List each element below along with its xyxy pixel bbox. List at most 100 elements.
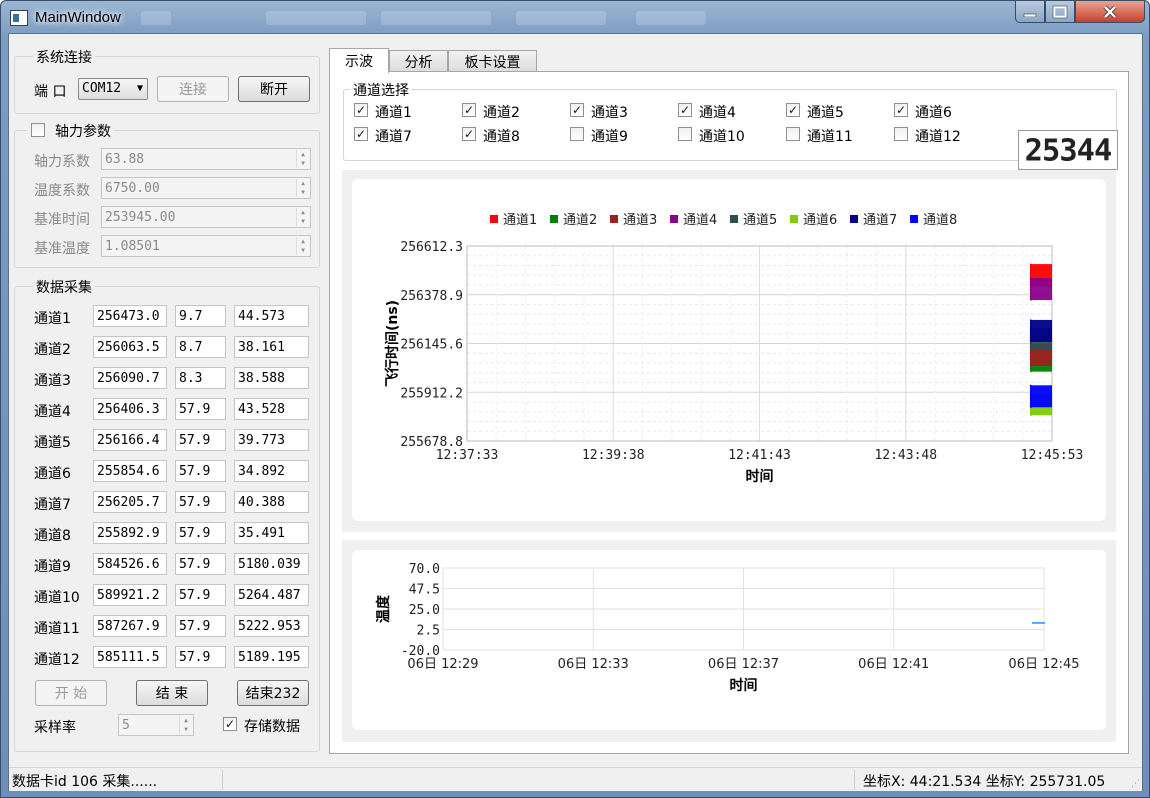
- data-cluster: [1030, 278, 1052, 301]
- channel-row-label: 通道3: [34, 373, 71, 389]
- tof-chart[interactable]: 通道1 通道2 通道3 通道4 通道5 通道6 通道7 通道8 256612.3 256378.9…: [352, 179, 1106, 521]
- channel-checkbox[interactable]: ✓: [570, 103, 584, 117]
- channel-value-field[interactable]: 57.9: [175, 553, 226, 575]
- title-bar[interactable]: MainWindow: [1, 1, 1149, 35]
- spinner-arrows-icon[interactable]: ▲ ▼: [296, 208, 309, 226]
- channel-value-field[interactable]: 57.9: [175, 646, 226, 668]
- channel-checkbox[interactable]: [570, 127, 584, 141]
- channel-value-field[interactable]: 57.9: [175, 584, 226, 606]
- channel-checkbox[interactable]: ✓: [786, 103, 800, 117]
- axial-checkbox[interactable]: [31, 123, 45, 137]
- channel-checkbox-label: 通道5: [807, 105, 844, 121]
- close-icon: [1103, 5, 1117, 18]
- channel-value-field[interactable]: 39.773: [234, 429, 309, 451]
- tab-analysis[interactable]: 分析: [389, 50, 448, 72]
- spinner-arrows-icon[interactable]: ▲ ▼: [296, 150, 309, 168]
- channel-checkbox[interactable]: [894, 127, 908, 141]
- x-tick-label: 12:41:43: [728, 448, 791, 463]
- channel-value-field[interactable]: 256205.7: [93, 491, 167, 513]
- temperature-chart-panel: 70.0 47.5 25.0 2.5 -20.0 06日 12:29 06日 12:33 06…: [342, 540, 1116, 742]
- channel-checkbox[interactable]: [678, 127, 692, 141]
- channel-value-field[interactable]: 255892.9: [93, 522, 167, 544]
- channel-value-field[interactable]: 40.388: [234, 491, 309, 513]
- channel-value-field[interactable]: 256090.7: [93, 367, 167, 389]
- channel-value-field[interactable]: 34.892: [234, 460, 309, 482]
- connect-button[interactable]: 连接: [157, 76, 229, 102]
- temperature-coefficient-input[interactable]: 6750.00 ▲ ▼: [101, 177, 311, 199]
- legend-label: 通道4: [683, 213, 717, 228]
- channel-value-field[interactable]: 57.9: [175, 522, 226, 544]
- channel-checkbox[interactable]: ✓: [462, 103, 476, 117]
- channel-checkbox[interactable]: ✓: [354, 103, 368, 117]
- taskbar-ghost-icon: [266, 11, 366, 25]
- channel-value-field[interactable]: 585111.5: [93, 646, 167, 668]
- channel-value-field[interactable]: 57.9: [175, 615, 226, 637]
- tab-board-settings[interactable]: 板卡设置: [448, 50, 537, 72]
- channel-checkbox[interactable]: [786, 127, 800, 141]
- channel-value-field[interactable]: 256166.4: [93, 429, 167, 451]
- reference-time-input[interactable]: 253945.00 ▲ ▼: [101, 206, 311, 228]
- scope-tab-pane: 通道选择 ✓ 通道1 ✓ 通道2 ✓ 通道3 ✓ 通道4 ✓ 通道5 ✓ 通道6 ✓ 通道7…: [329, 71, 1129, 754]
- channel-value-field[interactable]: 38.588: [234, 367, 309, 389]
- store-data-checkbox[interactable]: ✓: [223, 717, 237, 731]
- channel-row-label: 通道7: [34, 497, 71, 513]
- sample-rate-input[interactable]: 5 ▲ ▼: [118, 714, 194, 736]
- axial-field-label: 轴力系数: [34, 154, 90, 170]
- maximize-button[interactable]: [1045, 1, 1075, 23]
- channel-checkbox-label: 通道1: [375, 105, 412, 121]
- tab-scope[interactable]: 示波: [329, 48, 389, 73]
- channel-value-field[interactable]: 256406.3: [93, 398, 167, 420]
- legend-label: 通道8: [923, 213, 957, 228]
- channel-checkbox[interactable]: ✓: [462, 127, 476, 141]
- channel-value-field[interactable]: 57.9: [175, 491, 226, 513]
- start-button[interactable]: 开 始: [35, 680, 107, 706]
- channel-value-field[interactable]: 5264.487: [234, 584, 309, 606]
- channel-value-field[interactable]: 5189.195: [234, 646, 309, 668]
- channel-value-field[interactable]: 256063.5: [93, 336, 167, 358]
- data-cluster: [1030, 319, 1052, 342]
- channel-value-field[interactable]: 587267.9: [93, 615, 167, 637]
- x-tick-label: 12:43:48: [874, 448, 937, 463]
- channel-value-field[interactable]: 584526.6: [93, 553, 167, 575]
- channel-value-field[interactable]: 38.161: [234, 336, 309, 358]
- channel-value-field[interactable]: 9.7: [175, 305, 226, 327]
- y-tick-label: 2.5: [417, 624, 440, 639]
- channel-select-title: 通道选择: [350, 80, 412, 100]
- channel-value-field[interactable]: 8.7: [175, 336, 226, 358]
- channel-value-field[interactable]: 5222.953: [234, 615, 309, 637]
- channel-value-field[interactable]: 44.573: [234, 305, 309, 327]
- channel-row-label: 通道4: [34, 404, 71, 420]
- status-bar: 数据卡id 106 采集...... 坐标X: 44:21.534 坐标Y: 2…: [9, 767, 1142, 791]
- close-button[interactable]: [1075, 1, 1145, 23]
- channel-value-field[interactable]: 255854.6: [93, 460, 167, 482]
- minimize-button[interactable]: [1015, 1, 1045, 23]
- stop232-button[interactable]: 结束232: [237, 680, 309, 706]
- channel-value-field[interactable]: 57.9: [175, 429, 226, 451]
- channel-value-field[interactable]: 589921.2: [93, 584, 167, 606]
- spinner-arrows-icon[interactable]: ▲ ▼: [296, 179, 309, 197]
- channel-checkbox[interactable]: ✓: [678, 103, 692, 117]
- channel-value-field[interactable]: 256473.0: [93, 305, 167, 327]
- channel-value-field[interactable]: 8.3: [175, 367, 226, 389]
- acquisition-group: 数据采集 通道1 256473.0 9.7 44.573 通道2 256063.5…: [14, 277, 320, 752]
- channel-value-field[interactable]: 57.9: [175, 398, 226, 420]
- spinner-arrows-icon[interactable]: ▲ ▼: [179, 716, 192, 734]
- channel-value-field[interactable]: 43.528: [234, 398, 309, 420]
- channel-value-field[interactable]: 57.9: [175, 460, 226, 482]
- axial-coefficient-input[interactable]: 63.88 ▲ ▼: [101, 148, 311, 170]
- temperature-chart[interactable]: 70.047.525.02.5-20.006日 12:29 06日 12:33 06…: [352, 550, 1106, 730]
- disconnect-button[interactable]: 断开: [238, 76, 310, 102]
- stop-button[interactable]: 结 束: [136, 680, 208, 706]
- store-data-label: 存储数据: [244, 719, 300, 735]
- channel-checkbox[interactable]: ✓: [354, 127, 368, 141]
- channel-checkbox-label: 通道10: [699, 129, 745, 145]
- channel-value-field[interactable]: 35.491: [234, 522, 309, 544]
- reference-temperature-input[interactable]: 1.08501 ▲ ▼: [101, 235, 311, 257]
- tof-chart-panel: 通道1 通道2 通道3 通道4 通道5 通道6 通道7 通道8 256612.3 256378.9…: [342, 170, 1116, 532]
- x-tick-label: 06日 12:29: [407, 657, 478, 672]
- spinner-arrows-icon[interactable]: ▲ ▼: [296, 237, 309, 255]
- resize-grip-icon[interactable]: ⋰: [1131, 779, 1140, 789]
- channel-checkbox[interactable]: ✓: [894, 103, 908, 117]
- port-combo[interactable]: COM12 ▼: [78, 78, 148, 100]
- channel-value-field[interactable]: 5180.039: [234, 553, 309, 575]
